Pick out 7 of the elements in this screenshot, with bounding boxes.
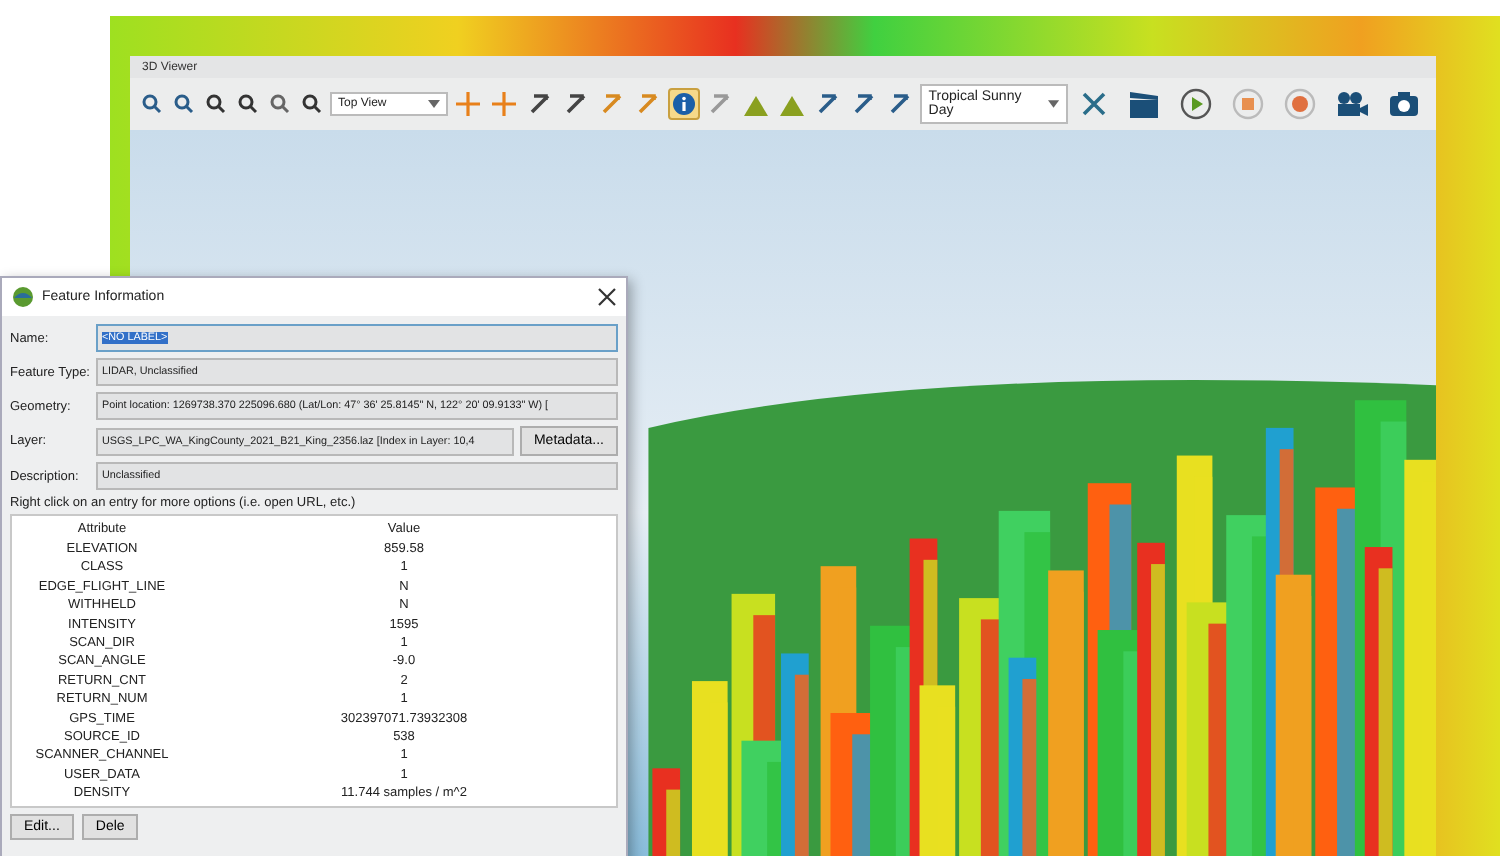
info-icon[interactable]	[668, 88, 701, 120]
zoom-in-icon[interactable]	[138, 90, 166, 118]
caret-icon	[1048, 100, 1060, 108]
app-logo-icon	[12, 286, 34, 308]
zoom-out-icon[interactable]	[170, 90, 198, 118]
caret-icon	[428, 100, 441, 108]
close-icon[interactable]	[598, 288, 616, 306]
